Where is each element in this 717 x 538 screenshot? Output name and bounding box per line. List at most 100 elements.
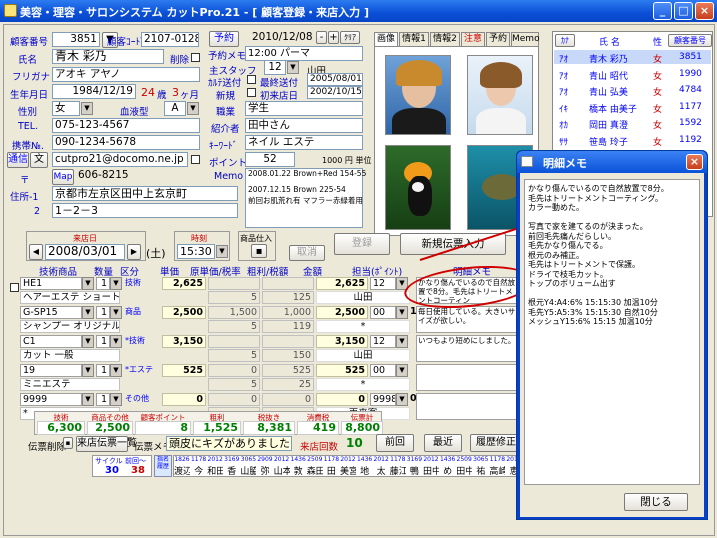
- visit-time-field[interactable]: 15:30: [177, 244, 215, 259]
- staff-field[interactable]: 00: [370, 364, 396, 377]
- staff-field[interactable]: 12: [370, 277, 396, 290]
- detail-memo-field[interactable]: いつもより短めにしました。: [416, 335, 520, 362]
- customer-code-field[interactable]: 2107-0128: [141, 32, 199, 47]
- cancel-button[interactable]: 取消: [289, 245, 325, 261]
- item-dropdown[interactable]: ▼: [82, 335, 94, 348]
- item-dropdown[interactable]: ▼: [82, 306, 94, 319]
- qty-dropdown[interactable]: ▼: [110, 277, 122, 290]
- item-dropdown[interactable]: ▼: [82, 393, 94, 406]
- price-field[interactable]: 0: [162, 393, 206, 406]
- qty-field[interactable]: 1: [96, 393, 110, 406]
- tab-info1[interactable]: 情報1: [399, 32, 429, 47]
- tab-info2[interactable]: 情報2: [430, 32, 460, 47]
- latest-visit-button[interactable]: 最近: [424, 434, 462, 452]
- amount-field[interactable]: 0: [316, 393, 368, 406]
- item-dropdown[interactable]: ▼: [82, 277, 94, 290]
- tab-memo[interactable]: Memo: [511, 32, 540, 47]
- popup-close-icon[interactable]: ×: [686, 154, 703, 170]
- birth-field[interactable]: 1984/12/19: [52, 84, 136, 99]
- staff-field[interactable]: 9998: [370, 393, 396, 406]
- sex-field[interactable]: 女: [52, 101, 80, 116]
- map-button[interactable]: Map: [52, 169, 74, 185]
- goods-purchase-button[interactable]: ▪: [251, 244, 267, 258]
- staff-field[interactable]: 00: [370, 306, 396, 319]
- slip-memo-field[interactable]: 頭皮にキズがありました: [166, 436, 292, 451]
- memo-text-area[interactable]: かなり傷んでいるので自然放置で8分。 毛先はトリートメントコーティング。 カラー動め…: [524, 179, 700, 485]
- price-field[interactable]: 2,500: [162, 306, 206, 319]
- first-visit-date[interactable]: 2002/10/15: [307, 86, 363, 99]
- qty-field[interactable]: 1: [96, 364, 110, 377]
- list-header-no[interactable]: 顧客番号: [668, 34, 712, 47]
- keyword-field[interactable]: ネイル エステ: [245, 135, 363, 150]
- name-field[interactable]: 青木 彩乃: [52, 49, 164, 64]
- last-send-checkbox[interactable]: [247, 75, 256, 84]
- customer-no-field[interactable]: 3851: [52, 32, 100, 47]
- tab-image[interactable]: 画像: [374, 32, 398, 47]
- amount-field[interactable]: 2,500: [316, 306, 368, 319]
- blood-field[interactable]: A: [164, 101, 186, 116]
- minimize-button[interactable]: _: [653, 2, 672, 20]
- tel-field[interactable]: 075-123-4567: [52, 118, 200, 133]
- visit-time-dropdown[interactable]: ▼: [216, 245, 228, 258]
- prev-visit-button[interactable]: 前回: [376, 434, 414, 452]
- customer-memo-box[interactable]: 2008.01.22 Brown+Red 154-55 2007.12.15 B…: [245, 168, 366, 228]
- slip-list-button[interactable]: 来店伝票一覧: [76, 436, 137, 452]
- last-send-date[interactable]: 2005/08/01: [307, 73, 363, 86]
- history-edit-button[interactable]: 履歴修正: [470, 434, 522, 452]
- item-code-field[interactable]: 9999: [20, 393, 82, 406]
- sex-dropdown[interactable]: ▼: [81, 102, 93, 115]
- qty-dropdown[interactable]: ▼: [110, 335, 122, 348]
- delete-checkbox[interactable]: [191, 53, 200, 62]
- detail-memo-field[interactable]: [416, 393, 520, 420]
- customer-photo-1[interactable]: [385, 55, 451, 135]
- qty-field[interactable]: 1: [96, 335, 110, 348]
- list-header-kana[interactable]: ｶﾅ: [555, 34, 575, 47]
- tab-reserve[interactable]: 予約: [486, 32, 510, 47]
- maximize-button[interactable]: □: [674, 2, 693, 20]
- staff-dropdown[interactable]: ▼: [396, 306, 408, 319]
- blood-dropdown[interactable]: ▼: [187, 102, 199, 115]
- popup-close-button[interactable]: 閉じる: [624, 493, 688, 511]
- staff-field[interactable]: 12: [370, 335, 396, 348]
- price-field[interactable]: 3,150: [162, 335, 206, 348]
- mobile-field[interactable]: 090-1234-5678: [52, 135, 200, 150]
- item-code-field[interactable]: 19: [20, 364, 82, 377]
- kana-field[interactable]: アオキ アヤノ: [52, 67, 200, 82]
- address2-field[interactable]: 1－2－3: [52, 203, 238, 218]
- item-code-field[interactable]: G-SP15: [20, 306, 82, 319]
- item-dropdown[interactable]: ▼: [82, 364, 94, 377]
- price-field[interactable]: 2,625: [162, 277, 206, 290]
- close-button[interactable]: ×: [695, 2, 714, 20]
- date-next-button[interactable]: ▶: [127, 244, 141, 260]
- date-minus-button[interactable]: -: [316, 31, 327, 44]
- slip-delete-button[interactable]: ▪: [63, 437, 73, 449]
- date-clear-button[interactable]: ｸﾘｱ: [340, 31, 360, 44]
- job-field[interactable]: 学生: [245, 101, 363, 116]
- email-checkbox[interactable]: [191, 155, 200, 164]
- staff-dropdown[interactable]: ▼: [287, 61, 299, 74]
- mail-doc-button[interactable]: 文: [30, 152, 48, 168]
- intro-field[interactable]: 田中さん: [245, 118, 363, 133]
- qty-field[interactable]: 1: [96, 306, 110, 319]
- mail-button[interactable]: 通信: [7, 152, 29, 168]
- item-code-field[interactable]: HE1: [20, 277, 82, 290]
- email-field[interactable]: cutpro21@docomo.ne.jp: [52, 152, 188, 167]
- zip-field[interactable]: 606-8215: [76, 169, 138, 184]
- detail-memo-field[interactable]: [416, 364, 520, 391]
- staff-dropdown[interactable]: ▼: [396, 335, 408, 348]
- tab-caution[interactable]: 注意: [461, 32, 485, 47]
- amount-field[interactable]: 2,625: [316, 277, 368, 290]
- row-select-checkbox[interactable]: [10, 283, 19, 292]
- address1-field[interactable]: 京都市左京区田中上玄京町: [52, 186, 238, 201]
- amount-field[interactable]: 3,150: [316, 335, 368, 348]
- customer-photo-2[interactable]: [467, 55, 533, 135]
- amount-field[interactable]: 525: [316, 364, 368, 377]
- staff-dropdown[interactable]: ▼: [396, 393, 408, 406]
- detail-memo-field[interactable]: 毎日使用している。大きいサイズが欲しい。: [416, 306, 520, 333]
- price-field[interactable]: 525: [162, 364, 206, 377]
- item-code-field[interactable]: C1: [20, 335, 82, 348]
- staff-no-field[interactable]: 12: [264, 60, 286, 75]
- point-field[interactable]: 52: [245, 152, 295, 167]
- qty-field[interactable]: 1: [96, 277, 110, 290]
- visit-date-field[interactable]: 2008/03/01: [45, 244, 125, 260]
